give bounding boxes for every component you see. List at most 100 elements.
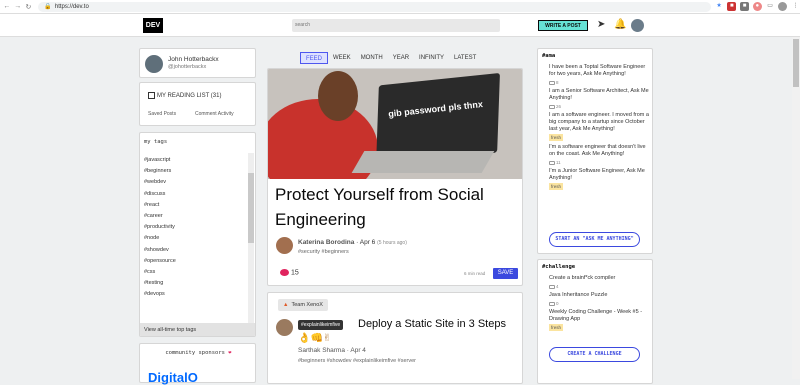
comment-count-value: 8 — [556, 80, 559, 85]
avatar[interactable] — [145, 55, 163, 73]
post-time-ago: (5 hours ago) — [377, 240, 407, 246]
reading-list-link[interactable]: MY READING LIST (31) — [148, 92, 221, 99]
featured-post-card[interactable]: gib password pls thnx Protect Yourself f… — [267, 68, 523, 286]
tag-item[interactable]: #react — [144, 200, 176, 211]
list-item[interactable]: I'm a Junior Software Engineer, Ask Me A… — [549, 168, 649, 191]
reload-icon[interactable]: ↻ — [25, 3, 33, 11]
comment-activity-link[interactable]: Comment Activity — [195, 111, 234, 117]
cast-icon[interactable]: ▭ — [766, 2, 775, 11]
item-text: I'm a software engineer that doesn't liv… — [549, 144, 646, 157]
write-post-button[interactable]: WRITE A POST — [538, 20, 588, 31]
scrollbar-thumb[interactable] — [793, 39, 799, 87]
post-title-emoji: 👌👊✌ — [298, 333, 332, 344]
list-item[interactable]: I am a Senior Software Architect, Ask Me… — [549, 88, 649, 110]
item-text: I am a Senior Software Architect, Ask Me… — [549, 88, 649, 101]
tag-item[interactable]: #productivity — [144, 222, 176, 233]
search-input[interactable] — [292, 19, 500, 32]
extension-icon[interactable]: ■ — [727, 2, 737, 11]
address-bar[interactable]: 🔒 https://dev.to — [38, 1, 711, 12]
sponsors-title: community sponsors ❤ — [140, 350, 257, 356]
tag-list: #javascript #beginners #webdev #discuss … — [144, 155, 176, 300]
author-name[interactable]: Sarthak Sharma — [298, 347, 345, 354]
tab-week[interactable]: WEEK — [328, 52, 356, 64]
tag-item[interactable]: #css — [144, 267, 176, 278]
tag-item[interactable]: #devops — [144, 289, 176, 300]
star-icon[interactable]: ★ — [715, 2, 724, 11]
comment-count: 8 — [549, 79, 649, 86]
tags-scrollbar[interactable] — [248, 153, 254, 323]
menu-icon[interactable]: ⋮ — [791, 2, 800, 11]
saved-posts-link[interactable]: Saved Posts — [148, 111, 176, 117]
tag-item[interactable]: #showdev — [144, 245, 176, 256]
list-item[interactable]: I am a software engineer. I moved from a… — [549, 112, 649, 142]
forward-icon[interactable]: → — [14, 3, 22, 10]
scrollbar-thumb[interactable] — [248, 173, 254, 243]
org-badge[interactable]: ▲ Team XenoX — [278, 299, 328, 311]
reactions[interactable]: 15 — [280, 269, 299, 276]
all-time-tags-link[interactable]: View all-time top tags — [140, 323, 255, 336]
series-badge[interactable]: #explainlikeimfive — [298, 320, 344, 330]
tag-item[interactable]: #node — [144, 233, 176, 244]
tab-feed[interactable]: FEED — [300, 52, 329, 64]
feed-tabs: FEED WEEK MONTH YEAR INFINITY LATEST — [300, 52, 481, 64]
list-item[interactable]: Create a brainf*ck compiler 4 — [549, 275, 649, 290]
heart-icon: ❤ — [228, 350, 232, 356]
post-tags[interactable]: #security #beginners — [298, 249, 349, 255]
widget-title[interactable]: #ama — [542, 53, 555, 59]
create-challenge-button[interactable]: CREATE A CHALLENGE — [549, 347, 640, 362]
comment-count: 0 — [549, 300, 649, 307]
profile-name[interactable]: John Hotterbackx — [168, 56, 219, 63]
lock-icon: 🔒 — [44, 4, 52, 10]
page-scrollbar[interactable] — [792, 37, 800, 379]
list-item[interactable]: I'm a software engineer that doesn't liv… — [549, 144, 649, 166]
heart-icon — [280, 269, 289, 276]
list-item[interactable]: I have been a Toptal Software Engineer f… — [549, 64, 649, 86]
bell-icon[interactable]: 🔔 — [614, 19, 626, 31]
tags-card: my tags #javascript #beginners #webdev #… — [139, 132, 256, 337]
post-title[interactable]: Deploy a Static Site in 3 Steps — [358, 318, 506, 330]
post-card[interactable]: ▲ Team XenoX #explainlikeimfive Deploy a … — [267, 292, 523, 384]
item-text: Java Inheritance Puzzle — [549, 292, 608, 298]
list-item[interactable]: Java Inheritance Puzzle 0 — [549, 292, 649, 307]
post-tags[interactable]: #beginners #showdev #explainlikeimfive #… — [298, 358, 416, 364]
tag-item[interactable]: #testing — [144, 278, 176, 289]
tag-item[interactable]: #career — [144, 211, 176, 222]
item-text: Create a brainf*ck compiler — [549, 275, 616, 281]
tab-month[interactable]: MONTH — [356, 52, 388, 64]
fresh-badge: fresh — [549, 134, 564, 141]
widget-title[interactable]: #challenge — [542, 264, 575, 270]
cover-image[interactable]: gib password pls thnx — [268, 69, 522, 179]
profile-card[interactable]: John Hotterbackx @johotterbackx — [139, 48, 256, 78]
chrome-avatar-icon[interactable]: ● — [752, 2, 762, 11]
save-button[interactable]: SAVE — [493, 268, 518, 279]
tab-year[interactable]: YEAR — [388, 52, 414, 64]
tag-item[interactable]: #discuss — [144, 189, 176, 200]
tag-item[interactable]: #beginners — [144, 166, 176, 177]
post-title[interactable]: Protect Yourself from Social Engineering — [275, 182, 520, 232]
sponsor-logo[interactable]: DigitalO — [148, 370, 198, 385]
tag-item[interactable]: #javascript — [144, 155, 176, 166]
start-ama-button[interactable]: START AN "ASK ME ANYTHING" — [549, 232, 640, 247]
org-name: Team XenoX — [291, 302, 323, 308]
author-name[interactable]: Katerina Borodina — [298, 239, 354, 246]
avatar[interactable] — [276, 319, 293, 336]
tab-infinity[interactable]: INFINITY — [414, 52, 449, 64]
avatar[interactable] — [276, 237, 293, 254]
sponsors-title-text: community sponsors — [165, 350, 225, 356]
profile-icon[interactable] — [778, 2, 788, 11]
tag-item[interactable]: #opensource — [144, 256, 176, 267]
avatar[interactable] — [631, 19, 644, 32]
back-icon[interactable]: ← — [3, 3, 11, 10]
list-item[interactable]: Weekly Coding Challenge - Week #5 - Draw… — [549, 309, 649, 332]
comment-count-value: 11 — [556, 160, 561, 165]
extension-icon[interactable]: ■ — [740, 2, 749, 11]
dev-logo[interactable]: DEV — [143, 18, 163, 33]
tab-latest[interactable]: LATEST — [449, 52, 481, 64]
fresh-badge: fresh — [549, 324, 564, 331]
comment-count-value: 26 — [556, 104, 562, 109]
fresh-badge: fresh — [549, 183, 564, 190]
tag-item[interactable]: #webdev — [144, 177, 176, 188]
paper-plane-icon[interactable]: ➤ — [597, 19, 605, 31]
sponsors-card: community sponsors ❤ DigitalO — [139, 343, 257, 385]
bookmark-icon — [148, 92, 155, 99]
